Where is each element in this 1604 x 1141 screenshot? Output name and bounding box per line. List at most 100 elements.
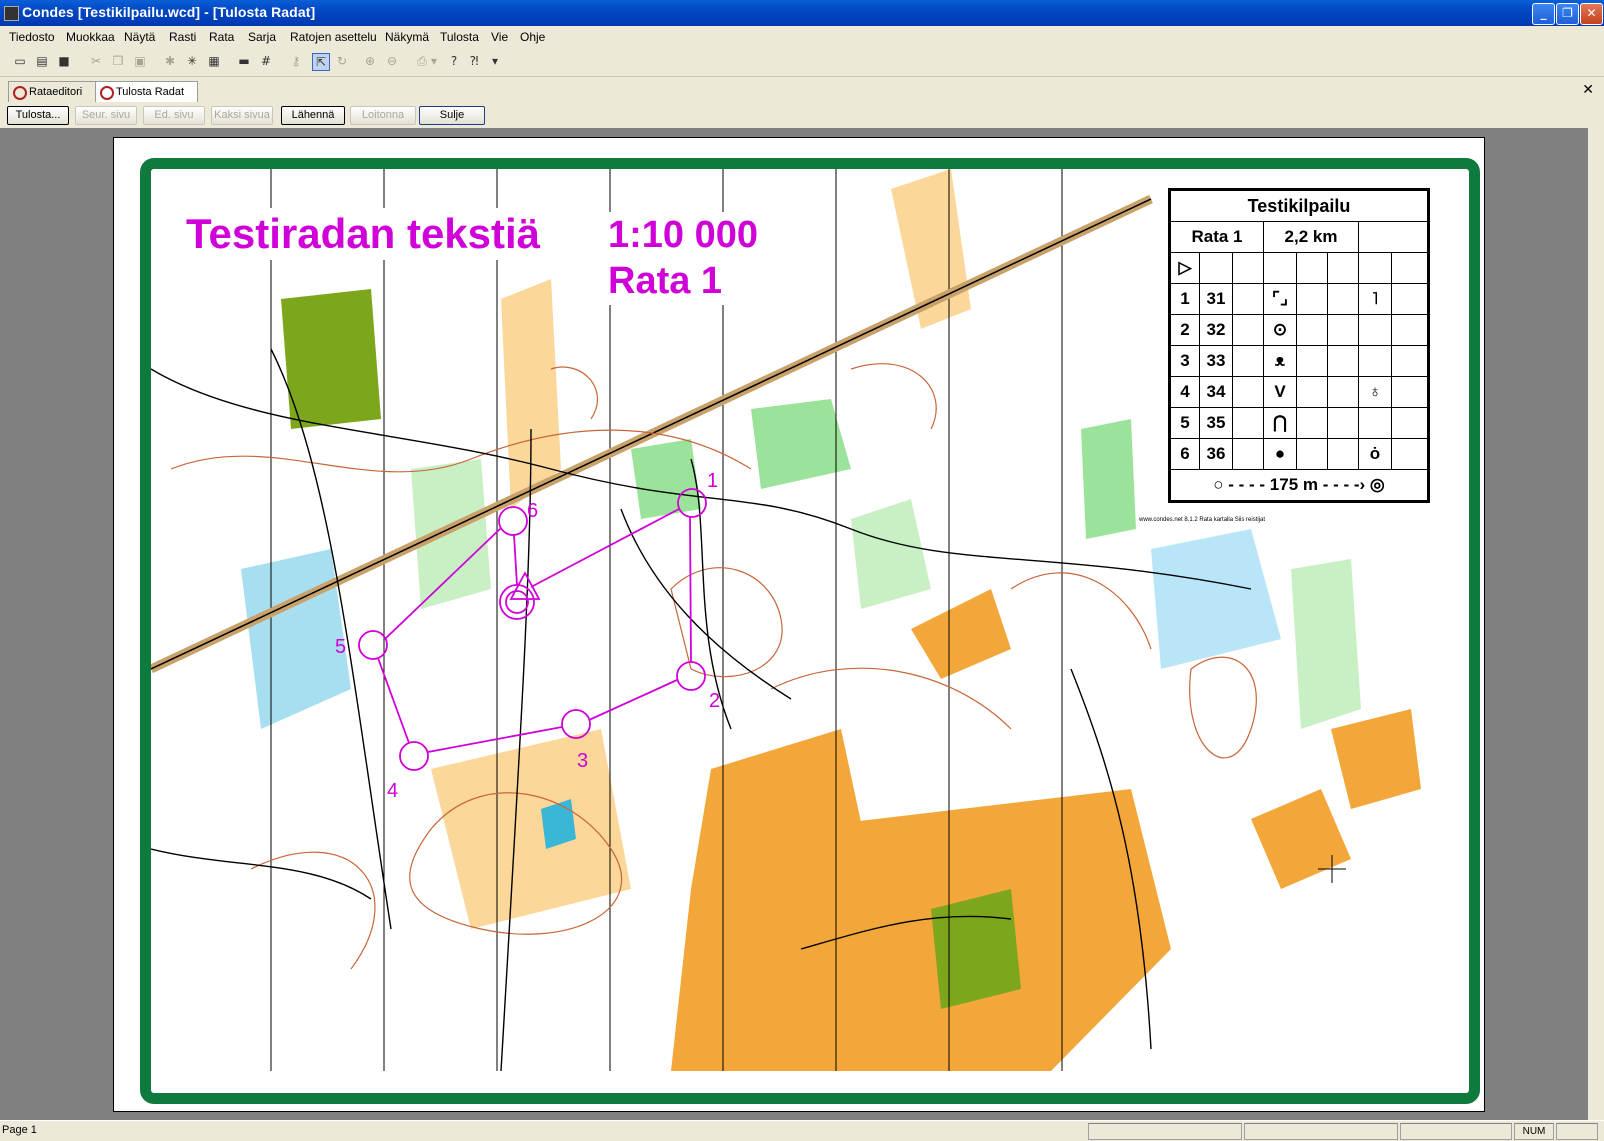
control-code: 31 [1199, 283, 1233, 315]
menu-vie[interactable]: Vie [491, 30, 508, 44]
control-code: 35 [1199, 407, 1233, 439]
status-pane [1400, 1123, 1512, 1140]
control-number: 5 [335, 636, 346, 658]
help-icon[interactable]: ? [446, 53, 462, 69]
menu-muokkaa[interactable]: Muokkaa [66, 30, 115, 44]
save-icon[interactable]: ■ [56, 53, 72, 69]
course-editor-icon [13, 86, 27, 100]
window-title: Condes [Testikilpailu.wcd] - [Tulosta Ra… [22, 4, 316, 20]
print-preview-bar: Tulosta... Seur. sivu Ed. sivu Kaksi siv… [0, 102, 1604, 128]
new-file-icon[interactable]: ▭ [12, 53, 28, 69]
tab-rataeditori[interactable]: Rataeditori [8, 81, 104, 102]
status-pane [1556, 1123, 1598, 1140]
close-button[interactable]: ✕ [1580, 3, 1603, 25]
menu-ohje[interactable]: Ohje [520, 30, 545, 44]
control-seq: 4 [1170, 376, 1200, 408]
control-description-sheet: Testikilpailu Rata 1 2,2 km ▷ 1 31 ⌜⌟ ˥ 2… [1168, 188, 1430, 503]
tab-strip: Rataeditori Tulosta Radat [0, 78, 1604, 103]
course-name: Rata 1 [1170, 221, 1264, 253]
context-help-icon[interactable]: ⁈ [466, 53, 482, 69]
menu-ratojen-asettelu[interactable]: Ratojen asettelu [290, 30, 377, 44]
tab-label: Tulosta Radat [116, 86, 185, 98]
title-bar: Condes [Testikilpailu.wcd] - [Tulosta Ra… [0, 0, 1604, 26]
print-button[interactable]: Tulosta... [7, 106, 69, 125]
chevron-down-icon[interactable]: ▾ [430, 53, 438, 69]
corner-bracket-icon: ⌜⌟ [1263, 283, 1297, 315]
classes-icon[interactable]: ▦ [206, 53, 222, 69]
corner-icon: ˥ [1358, 283, 1392, 315]
zoom-out-icon[interactable]: ⊖ [384, 53, 400, 69]
select-pointer-icon[interactable]: ⇱ [312, 53, 330, 71]
control-icon[interactable]: ✱ [162, 53, 178, 69]
control-seq: 2 [1170, 314, 1200, 346]
control-number: 6 [527, 500, 538, 522]
paste-icon[interactable]: ▣ [132, 53, 148, 69]
rootstock-icon: ᴥ [1263, 345, 1297, 377]
status-pane [1244, 1123, 1398, 1140]
print-area-icon[interactable]: ▬ [236, 53, 252, 69]
toolbar: ▭ ▤ ■ ✂ ❐ ▣ ✱ ✳ ▦ ▬ # ⚷ ⇱ ↻ ⊕ ⊖ ⎙ ▾ ? ⁈ … [0, 48, 1604, 77]
rotate-icon[interactable]: ↻ [334, 53, 350, 69]
finish-arrow-icon: - - - -› ◎ [1322, 475, 1385, 494]
status-num: NUM [1514, 1123, 1554, 1140]
tab-tulosta-radat[interactable]: Tulosta Radat [95, 81, 198, 102]
control-code: 34 [1199, 376, 1233, 408]
menu-nakyma[interactable]: Näkymä [385, 30, 429, 44]
start-triangle-icon: ▷ [1170, 252, 1200, 284]
open-folder-icon[interactable]: ▤ [34, 53, 50, 69]
dot-circle-icon: ⊙ [1263, 314, 1297, 346]
map-course-name: Rata 1 [600, 258, 731, 305]
cut-icon[interactable]: ✂ [88, 53, 104, 69]
zoom-in-button[interactable]: Lähennä [281, 106, 345, 125]
event-name: Testikilpailu [1170, 190, 1428, 222]
control-seq: 3 [1170, 345, 1200, 377]
close-tab-icon[interactable]: ✕ [1582, 82, 1594, 98]
right-gutter [1588, 128, 1604, 1120]
control-number: 3 [577, 750, 588, 772]
finish-row: ○ - - - - 175 m - - - -› ◎ [1170, 469, 1428, 501]
control-number: 4 [387, 780, 398, 802]
foot-icon: ♁ [1358, 376, 1392, 408]
tab-label: Rataeditori [29, 86, 83, 98]
map-scale: 1:10 000 [600, 212, 767, 259]
toolbar-overflow-icon[interactable]: ▾ [490, 53, 500, 69]
course-icon[interactable]: ✳ [184, 53, 200, 69]
menu-tulosta[interactable]: Tulosta [440, 30, 479, 44]
menu-nayta[interactable]: Näytä [124, 30, 155, 44]
key-icon[interactable]: ⚷ [288, 53, 304, 69]
control-seq: 1 [1170, 283, 1200, 315]
control-code: 36 [1199, 438, 1233, 470]
control-number: 2 [709, 690, 720, 712]
control-number: 1 [707, 470, 718, 492]
minimize-button[interactable]: _ [1532, 3, 1555, 25]
app-icon [4, 6, 19, 21]
close-preview-button[interactable]: Sulje [419, 106, 485, 125]
menu-tiedosto[interactable]: Tiedosto [9, 30, 55, 44]
next-page-button[interactable]: Seur. sivu [75, 106, 137, 125]
control-seq: 6 [1170, 438, 1200, 470]
map-course-text: Testiradan tekstiä [180, 208, 547, 260]
menu-bar: Tiedosto Muokkaa Näytä Rasti Rata Sarja … [0, 26, 1604, 48]
reentrant-icon: V [1263, 376, 1297, 408]
two-pages-button[interactable]: Kaksi sivua [211, 106, 273, 125]
menu-rata[interactable]: Rata [209, 30, 234, 44]
copy-icon[interactable]: ❐ [110, 53, 126, 69]
knoll-icon: ⋂ [1263, 407, 1297, 439]
prev-page-button[interactable]: Ed. sivu [143, 106, 205, 125]
status-pane [1088, 1123, 1242, 1140]
status-page: Page 1 [2, 1124, 37, 1136]
zoom-in-icon[interactable]: ⊕ [362, 53, 378, 69]
top-icon: ȯ [1358, 438, 1392, 470]
zoom-out-button[interactable]: Loitonna [350, 106, 416, 125]
finish-distance: 175 m [1269, 475, 1318, 494]
control-seq: 5 [1170, 407, 1200, 439]
grid-icon[interactable]: # [258, 53, 274, 69]
menu-sarja[interactable]: Sarja [248, 30, 276, 44]
restore-button[interactable]: ❐ [1556, 3, 1579, 25]
finish-start-icon: ○ - - - - [1213, 475, 1266, 494]
control-code: 33 [1199, 345, 1233, 377]
menu-rasti[interactable]: Rasti [169, 30, 196, 44]
printer-icon[interactable]: ⎙ [414, 53, 430, 69]
status-bar: Page 1 NUM [0, 1120, 1604, 1141]
course-length: 2,2 km [1263, 221, 1359, 253]
